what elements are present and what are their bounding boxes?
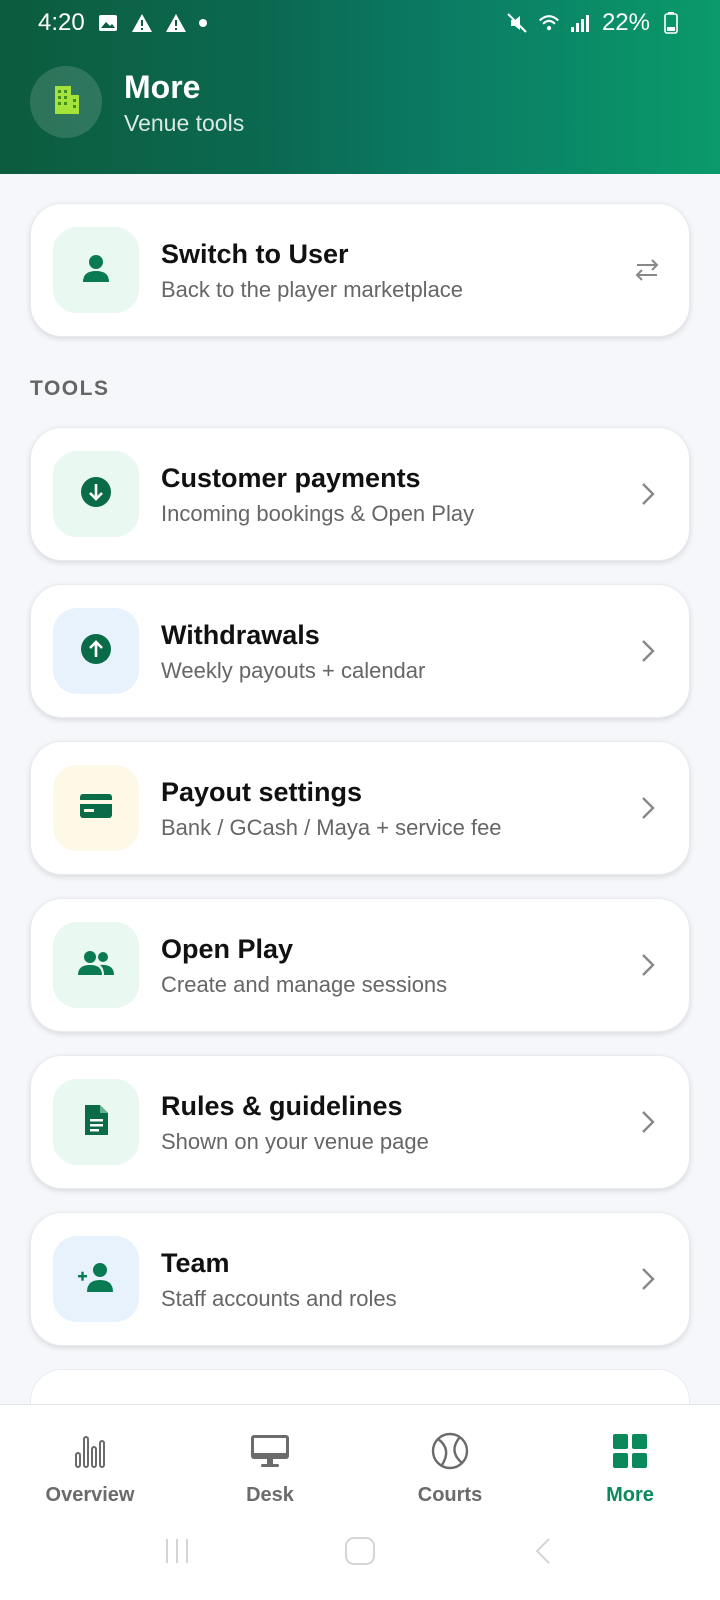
battery-percent: 22% <box>601 9 650 36</box>
status-time: 4:20 <box>38 9 85 36</box>
group-icon <box>76 947 116 984</box>
image-notification-icon <box>97 12 119 34</box>
bar-chart-icon <box>70 1431 110 1476</box>
alert-icon <box>165 12 187 34</box>
card-icon-container <box>53 227 139 313</box>
recents-icon[interactable] <box>161 1535 193 1572</box>
nav-tab-more[interactable]: More <box>540 1431 720 1515</box>
app-header: 4:20 22% More Venue tools <box>0 0 720 174</box>
card-title: Payout settings <box>161 777 363 807</box>
mute-icon <box>506 12 528 34</box>
card-icon-container <box>53 765 139 851</box>
card-title: Withdrawals <box>161 620 320 650</box>
card-icon-container <box>53 1079 139 1165</box>
page-subtitle: Venue tools <box>124 109 245 136</box>
chevron-right-icon <box>627 480 667 508</box>
card-subtitle: Create and manage sessions <box>161 972 448 997</box>
card-subtitle: Bank / GCash / Maya + service fee <box>161 815 502 840</box>
tool-rules-guidelines[interactable]: Rules & guidelines Shown on your venue p… <box>30 1055 690 1189</box>
tool-open-play[interactable]: Open Play Create and manage sessions <box>30 898 690 1032</box>
header-content: More Venue tools <box>30 66 244 138</box>
card-icon-container <box>53 1236 139 1322</box>
card-icon-container <box>53 922 139 1008</box>
card-subtitle: Shown on your venue page <box>161 1129 429 1154</box>
chevron-right-icon <box>627 1108 667 1136</box>
battery-icon <box>660 12 682 34</box>
bottom-nav: Overview Desk Courts More <box>0 1404 720 1600</box>
card-icon-container <box>53 608 139 694</box>
nav-label: More <box>606 1484 654 1506</box>
nav-tab-courts[interactable]: Courts <box>360 1431 540 1515</box>
tool-customer-payments[interactable]: Customer payments Incoming bookings & Op… <box>30 427 690 561</box>
swap-arrows-icon <box>627 255 667 285</box>
nav-label: Overview <box>45 1484 135 1506</box>
grid-icon <box>610 1431 650 1476</box>
card-subtitle: Weekly payouts + calendar <box>161 658 426 683</box>
section-label-tools: TOOLS <box>30 377 110 400</box>
card-title: Switch to User <box>161 239 349 269</box>
chevron-right-icon <box>627 794 667 822</box>
chevron-right-icon <box>627 1265 667 1293</box>
card-title: Rules & guidelines <box>161 1091 403 1121</box>
nav-label: Courts <box>417 1484 483 1506</box>
add-person-icon <box>76 1260 116 1299</box>
home-icon[interactable] <box>343 1535 377 1572</box>
signal-icon <box>570 12 592 34</box>
switch-to-user-card[interactable]: Switch to User Back to the player market… <box>30 203 690 337</box>
building-icon <box>49 83 83 122</box>
nav-tab-overview[interactable]: Overview <box>0 1431 180 1515</box>
tool-card-partial[interactable] <box>30 1369 690 1409</box>
tennis-ball-icon <box>430 1431 470 1476</box>
card-title: Team <box>161 1248 230 1278</box>
tool-withdrawals[interactable]: Withdrawals Weekly payouts + calendar <box>30 584 690 718</box>
upload-circle-icon <box>79 632 113 671</box>
credit-card-icon <box>78 791 114 826</box>
nav-tab-desk[interactable]: Desk <box>180 1431 360 1515</box>
card-icon-container <box>53 451 139 537</box>
notification-dot-icon <box>198 19 207 27</box>
content: Switch to User Back to the player market… <box>30 203 690 1432</box>
card-subtitle: Back to the player marketplace <box>161 277 464 302</box>
chevron-right-icon <box>627 637 667 665</box>
venue-avatar <box>30 66 102 138</box>
card-subtitle: Incoming bookings & Open Play <box>161 501 475 526</box>
download-circle-icon <box>79 475 113 514</box>
card-title: Open Play <box>161 934 294 964</box>
document-icon <box>81 1103 111 1142</box>
alert-icon <box>131 12 153 34</box>
monitor-icon <box>249 1431 291 1476</box>
back-icon[interactable] <box>527 1535 559 1572</box>
system-nav-bar <box>0 1535 720 1572</box>
nav-label: Desk <box>246 1484 294 1506</box>
tool-payout-settings[interactable]: Payout settings Bank / GCash / Maya + se… <box>30 741 690 875</box>
card-subtitle: Staff accounts and roles <box>161 1286 397 1311</box>
wifi-icon <box>538 12 560 34</box>
card-title: Customer payments <box>161 463 421 493</box>
tool-team[interactable]: Team Staff accounts and roles <box>30 1212 690 1346</box>
status-bar: 4:20 22% <box>0 0 720 46</box>
page-title: More <box>124 68 201 105</box>
user-icon <box>79 251 113 290</box>
chevron-right-icon <box>627 951 667 979</box>
